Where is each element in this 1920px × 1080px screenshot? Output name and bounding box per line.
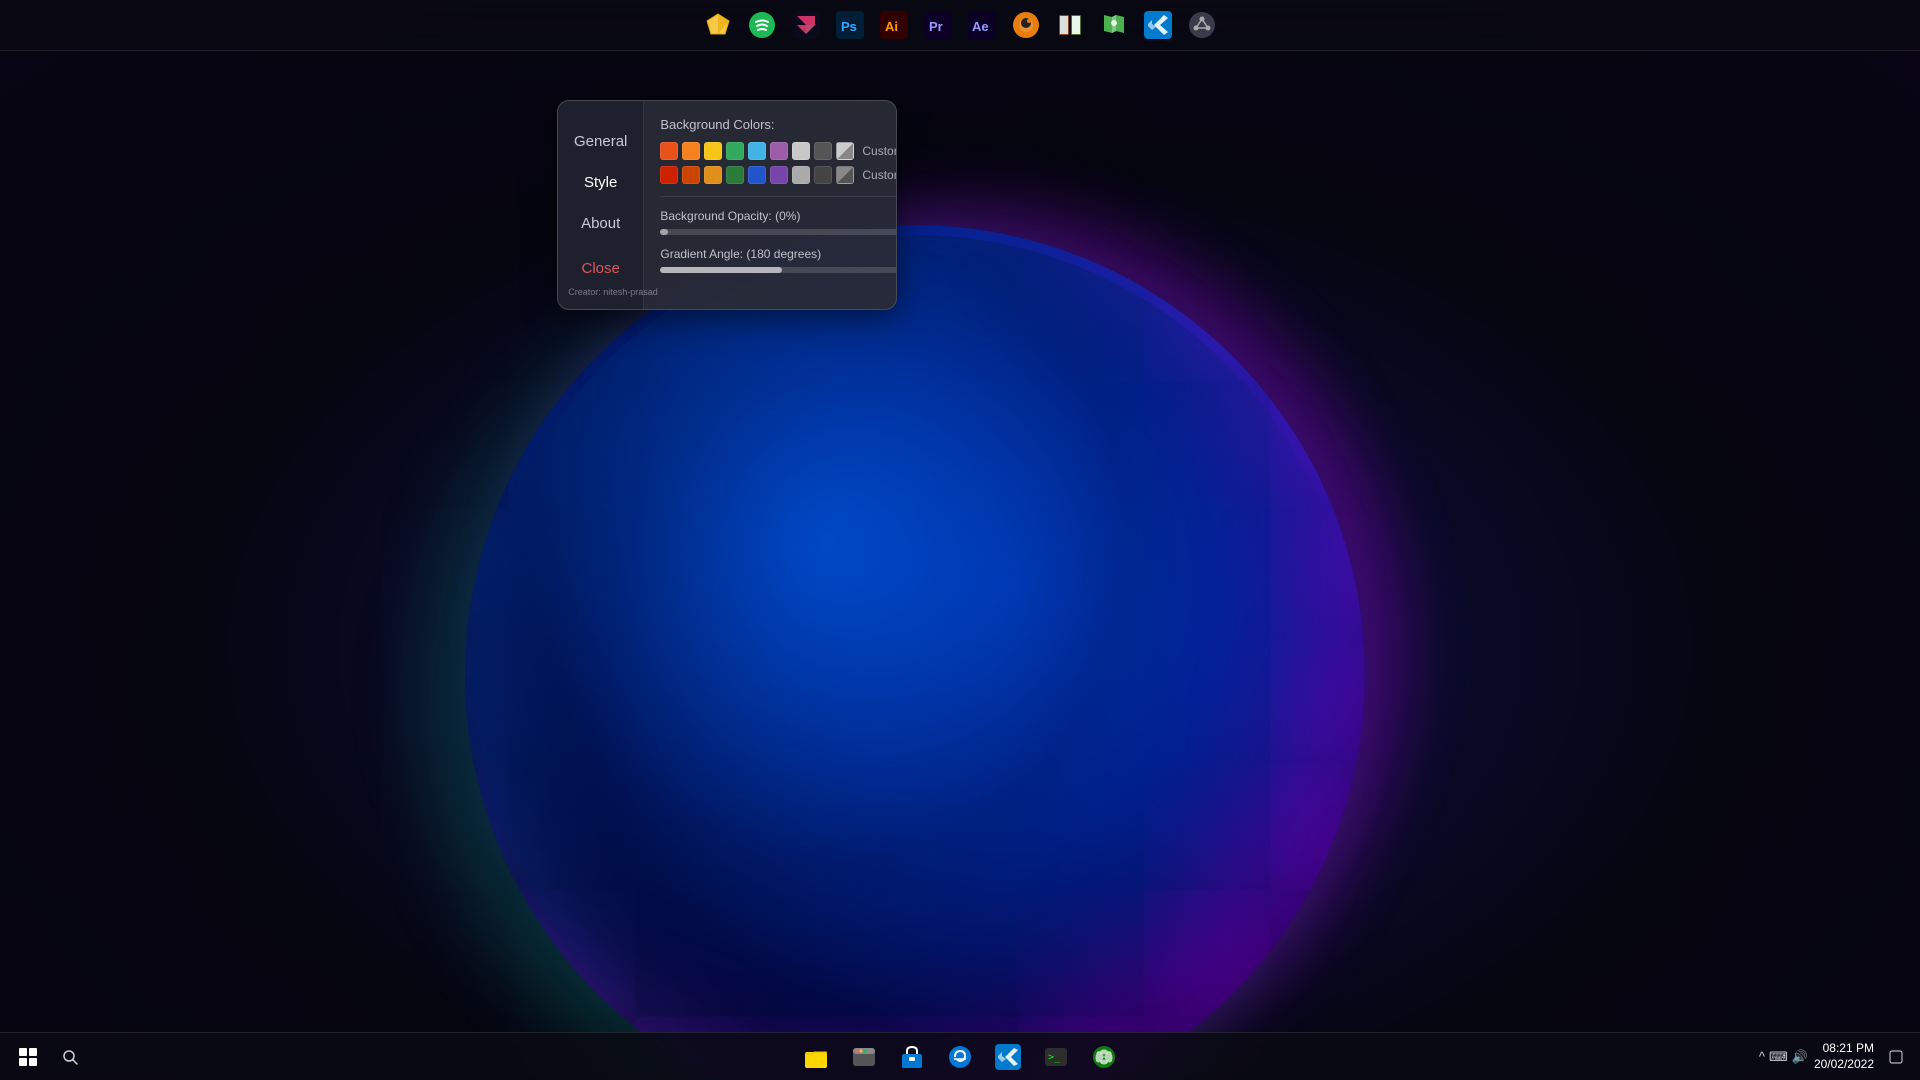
gradient-section: Gradient Angle: (180 degrees) [660,247,897,273]
custom-label-1: Custom [862,144,897,158]
dock-icon-share[interactable] [1181,4,1223,46]
taskbar-left [0,1037,90,1077]
gradient-label: Gradient Angle: (180 degrees) [660,247,897,261]
dock-icon-illustrator[interactable]: Ai [873,4,915,46]
color-swatch-c2[interactable] [682,142,700,160]
clock-date: 20/02/2022 [1814,1057,1874,1073]
taskbar-store[interactable] [890,1035,934,1079]
color-swatch-d1[interactable] [660,166,678,184]
color-swatch-c7[interactable] [792,142,810,160]
color-swatch-c3[interactable] [704,142,722,160]
separator-1 [660,196,897,197]
custom-swatch-1[interactable] [836,142,854,160]
color-swatch-d2[interactable] [682,166,700,184]
color-swatch-c1[interactable] [660,142,678,160]
svg-text:Ps: Ps [841,19,857,34]
desktop-orb [465,225,1365,1080]
taskbar-right: ^ ⌨ 🔊 08:21 PM 20/02/2022 [1759,1041,1912,1073]
dock-icon-aftereffects[interactable]: Ae [961,4,1003,46]
color-swatch-c5[interactable] [748,142,766,160]
dock-icon-blender[interactable] [1005,4,1047,46]
color-swatch-d8[interactable] [814,166,832,184]
sidebar-item-about[interactable]: About [558,203,643,244]
dock-icon-maps[interactable] [1093,4,1135,46]
opacity-section: Background Opacity: (0%) [660,209,897,235]
gradient-fill [660,267,782,273]
start-button[interactable] [8,1037,48,1077]
notification-button[interactable] [1880,1041,1912,1073]
color-swatch-d6[interactable] [770,166,788,184]
color-row-2: Custom [660,166,897,184]
dock-icon-framer[interactable] [785,4,827,46]
color-row-1: Custom [660,142,897,160]
creator-credit: Creator: nitesh-prasad [562,283,664,301]
custom-swatch-2[interactable] [836,166,854,184]
app-dock: Ps Ai Pr Ae [0,0,1920,51]
taskbar-terminal[interactable]: >_ [1034,1035,1078,1079]
clock-time: 08:21 PM [1814,1041,1874,1057]
color-swatch-c6[interactable] [770,142,788,160]
svg-text:>_: >_ [1048,1052,1061,1063]
dock-icon-photoshop[interactable]: Ps [829,4,871,46]
search-button[interactable] [50,1037,90,1077]
settings-content: Background Colors: Custom Custo [644,101,897,309]
dock-icon-vscode[interactable] [1137,4,1179,46]
tray-icons: ^ ⌨ 🔊 [1759,1049,1808,1065]
tray-volume[interactable]: 🔊 [1792,1049,1808,1065]
custom-label-2: Custom [862,168,897,182]
opacity-label: Background Opacity: (0%) [660,209,897,223]
color-swatch-d7[interactable] [792,166,810,184]
svg-text:Ae: Ae [972,19,989,34]
color-swatch-c8[interactable] [814,142,832,160]
opacity-slider[interactable] [660,229,897,235]
settings-sidebar: General Style About Close Creator: nites… [558,101,644,309]
color-swatch-d3[interactable] [704,166,722,184]
tray-chevron[interactable]: ^ [1759,1049,1765,1064]
windows-logo [19,1048,37,1066]
color-swatch-d4[interactable] [726,166,744,184]
bg-colors-label: Background Colors: [660,117,897,132]
system-clock[interactable]: 08:21 PM 20/02/2022 [1814,1041,1874,1072]
svg-text:Ai: Ai [885,19,898,34]
dock-icon-premiere[interactable]: Pr [917,4,959,46]
color-swatch-d5[interactable] [748,166,766,184]
opacity-fill [660,229,667,235]
taskbar-vscode[interactable] [986,1035,1030,1079]
settings-panel: General Style About Close Creator: nites… [557,100,897,310]
taskbar-edge[interactable] [938,1035,982,1079]
gradient-slider[interactable] [660,267,897,273]
taskbar-explorer[interactable] [842,1035,886,1079]
sidebar-item-general[interactable]: General [558,121,643,162]
dock-icon-spotify[interactable] [741,4,783,46]
dock-icon-sketch[interactable] [697,4,739,46]
taskbar-file-explorer[interactable] [794,1035,838,1079]
orb-inner [475,235,1355,1080]
color-swatch-c4[interactable] [726,142,744,160]
svg-text:Pr: Pr [929,19,943,34]
dock-icon-books[interactable] [1049,4,1091,46]
tray-keyboard[interactable]: ⌨ [1769,1049,1788,1065]
desktop-background [0,0,1920,1080]
taskbar: >_ ^ ⌨ 🔊 08:21 PM 20/02/2022 [0,1032,1920,1080]
taskbar-center: >_ [794,1035,1126,1079]
sidebar-item-style[interactable]: Style [558,162,643,203]
taskbar-xbox[interactable] [1082,1035,1126,1079]
